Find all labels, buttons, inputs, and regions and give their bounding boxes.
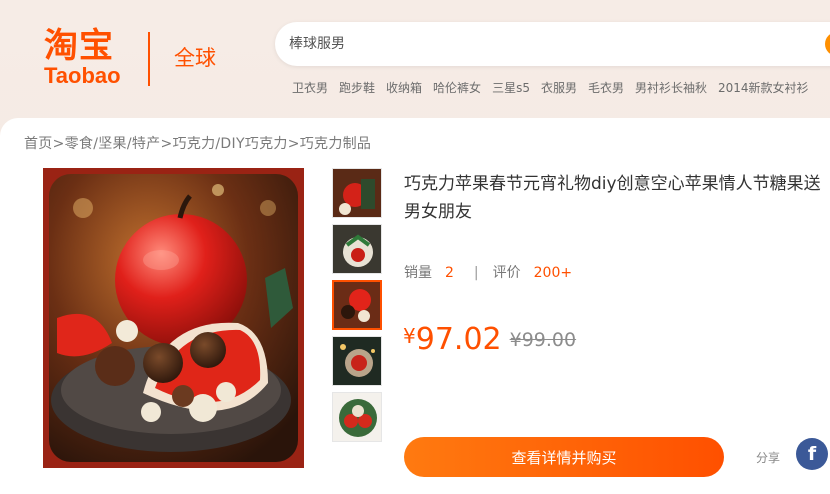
hot-search-item[interactable]: 哈伦裤女 [433, 79, 481, 99]
thumbnail-1[interactable] [332, 168, 382, 218]
sales-label: 销量 [404, 265, 432, 281]
search-input[interactable] [289, 32, 809, 56]
original-price: ¥99.00 [509, 329, 577, 351]
thumbnail-5[interactable] [332, 392, 382, 442]
hot-search-item[interactable]: 2014新款女衬衫 [718, 79, 809, 99]
breadcrumb-separator: > [160, 136, 173, 152]
thumbnail-image [333, 225, 381, 273]
current-price: 97.02 [415, 322, 502, 357]
currency-symbol: ¥ [403, 324, 416, 348]
breadcrumb: 首页>零食/坚果/特产>巧克力/DIY巧克力>巧克力制品 [24, 134, 371, 154]
breadcrumb-separator: > [287, 136, 300, 152]
facebook-share-icon[interactable]: f [796, 438, 828, 470]
view-details-buy-button[interactable]: 查看详情并购买 [404, 437, 724, 477]
review-count[interactable]: 200+ [534, 265, 572, 281]
hot-search-item[interactable]: 卫衣男 [292, 79, 328, 99]
review-label: 评价 [492, 265, 521, 281]
breadcrumb-separator: > [52, 136, 65, 152]
hot-search-item[interactable]: 衣服男 [541, 79, 577, 99]
hot-search-item[interactable]: 跑步鞋 [339, 79, 375, 99]
hot-search-item[interactable]: 收纳箱 [386, 79, 422, 99]
breadcrumb-item[interactable]: 零食/坚果/特产 [65, 136, 161, 152]
breadcrumb-item[interactable]: 首页 [24, 136, 53, 152]
logo-divider [148, 32, 150, 86]
product-stats: 销量 2 | 评价 200+ [404, 263, 586, 283]
product-title: 巧克力苹果春节元宵礼物diy创意空心苹果情人节糖果送男女朋友 [404, 174, 821, 222]
logo-english-text: Taobao [44, 63, 121, 88]
region-label: 全球 [174, 46, 216, 70]
search-button[interactable] [825, 32, 830, 56]
thumbnail-3[interactable] [332, 280, 382, 330]
breadcrumb-item[interactable]: 巧克力/DIY巧克力 [173, 136, 288, 152]
hot-search-item[interactable]: 男衬衫长袖秋 [635, 79, 707, 99]
thumbnail-image [334, 282, 380, 328]
thumbnail-2[interactable] [332, 224, 382, 274]
hot-search-list: 卫衣男 跑步鞋 收纳箱 哈伦裤女 三星s5 衣服男 毛衣男 男衬衫长袖秋 201… [292, 79, 830, 99]
sales-count: 2 [445, 265, 454, 281]
hot-search-item[interactable]: 毛衣男 [588, 79, 624, 99]
product-main-image[interactable] [43, 168, 304, 468]
share-label: 分享 [756, 451, 781, 465]
thumbnail-image [333, 337, 381, 385]
logo-chinese-text: 淘宝 [44, 26, 114, 66]
thumbnail-image [333, 169, 381, 217]
search-bar [275, 22, 830, 66]
chocolate-apple-photo [43, 168, 304, 468]
stats-separator: | [473, 265, 479, 281]
thumbnail-4[interactable] [332, 336, 382, 386]
hot-search-item[interactable]: 三星s5 [492, 79, 530, 99]
thumbnail-image [333, 393, 381, 441]
breadcrumb-item[interactable]: 巧克力制品 [300, 136, 372, 152]
price-row: ¥97.02 ¥99.00 [403, 322, 576, 357]
